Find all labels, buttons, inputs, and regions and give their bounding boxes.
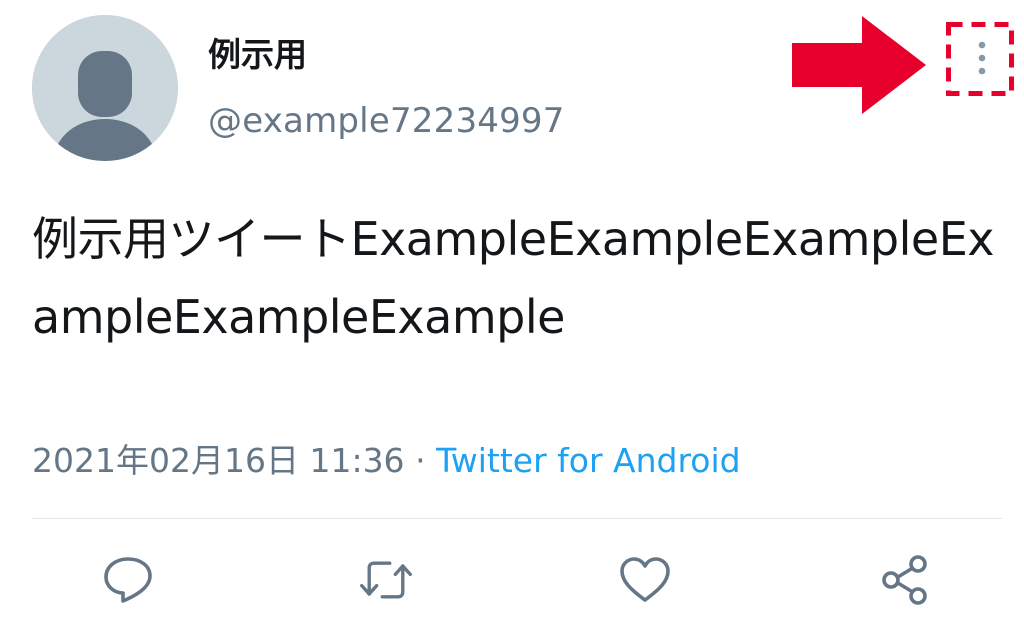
divider <box>32 518 1002 519</box>
like-button[interactable] <box>617 552 673 608</box>
default-profile-icon <box>32 15 178 161</box>
heart-icon <box>620 557 670 602</box>
tweet-source-link[interactable]: Twitter for Android <box>436 441 741 480</box>
display-name[interactable]: 例示用 <box>208 32 307 78</box>
share-button[interactable] <box>877 552 933 608</box>
reply-icon <box>104 557 152 603</box>
share-icon <box>882 555 927 605</box>
reply-button[interactable] <box>100 552 156 608</box>
tweet-text: 例示用ツイートExampleExampleExampleExampleExamp… <box>32 212 994 344</box>
more-vertical-icon <box>946 22 1014 96</box>
more-options-button[interactable] <box>946 22 1014 96</box>
tweet-meta: 2021年02月16日 11:36 · Twitter for Android <box>32 437 741 485</box>
red-arrow-right-icon <box>792 16 926 114</box>
retweet-icon <box>360 561 412 599</box>
tweet-timestamp[interactable]: 2021年02月16日 11:36 <box>32 441 405 480</box>
avatar[interactable] <box>32 15 178 161</box>
meta-separator: · <box>415 441 426 480</box>
user-handle[interactable]: @example72234997 <box>208 98 565 144</box>
retweet-button[interactable] <box>358 552 414 608</box>
